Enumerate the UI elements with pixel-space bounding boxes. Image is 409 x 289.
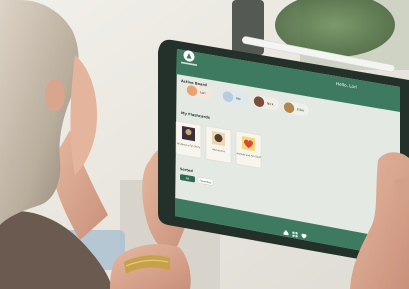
flashcard-1[interactable]: Adventures: [205, 126, 232, 164]
photo-canvas: Hello, Lori Active Board Lori Mo Nick El…: [0, 0, 409, 289]
background-chair: [232, 0, 264, 55]
board-pill-label: Mo: [236, 96, 241, 101]
flashcard-0[interactable]: All About a Fun Story: [175, 121, 202, 159]
woman-ear: [45, 79, 65, 111]
photo-scene: Hello, Lori Active Board Lori Mo Nick El…: [0, 0, 409, 289]
flashcard-2[interactable]: Animals and Fun Stuff: [235, 131, 262, 169]
sort-button-label: All: [186, 176, 190, 181]
